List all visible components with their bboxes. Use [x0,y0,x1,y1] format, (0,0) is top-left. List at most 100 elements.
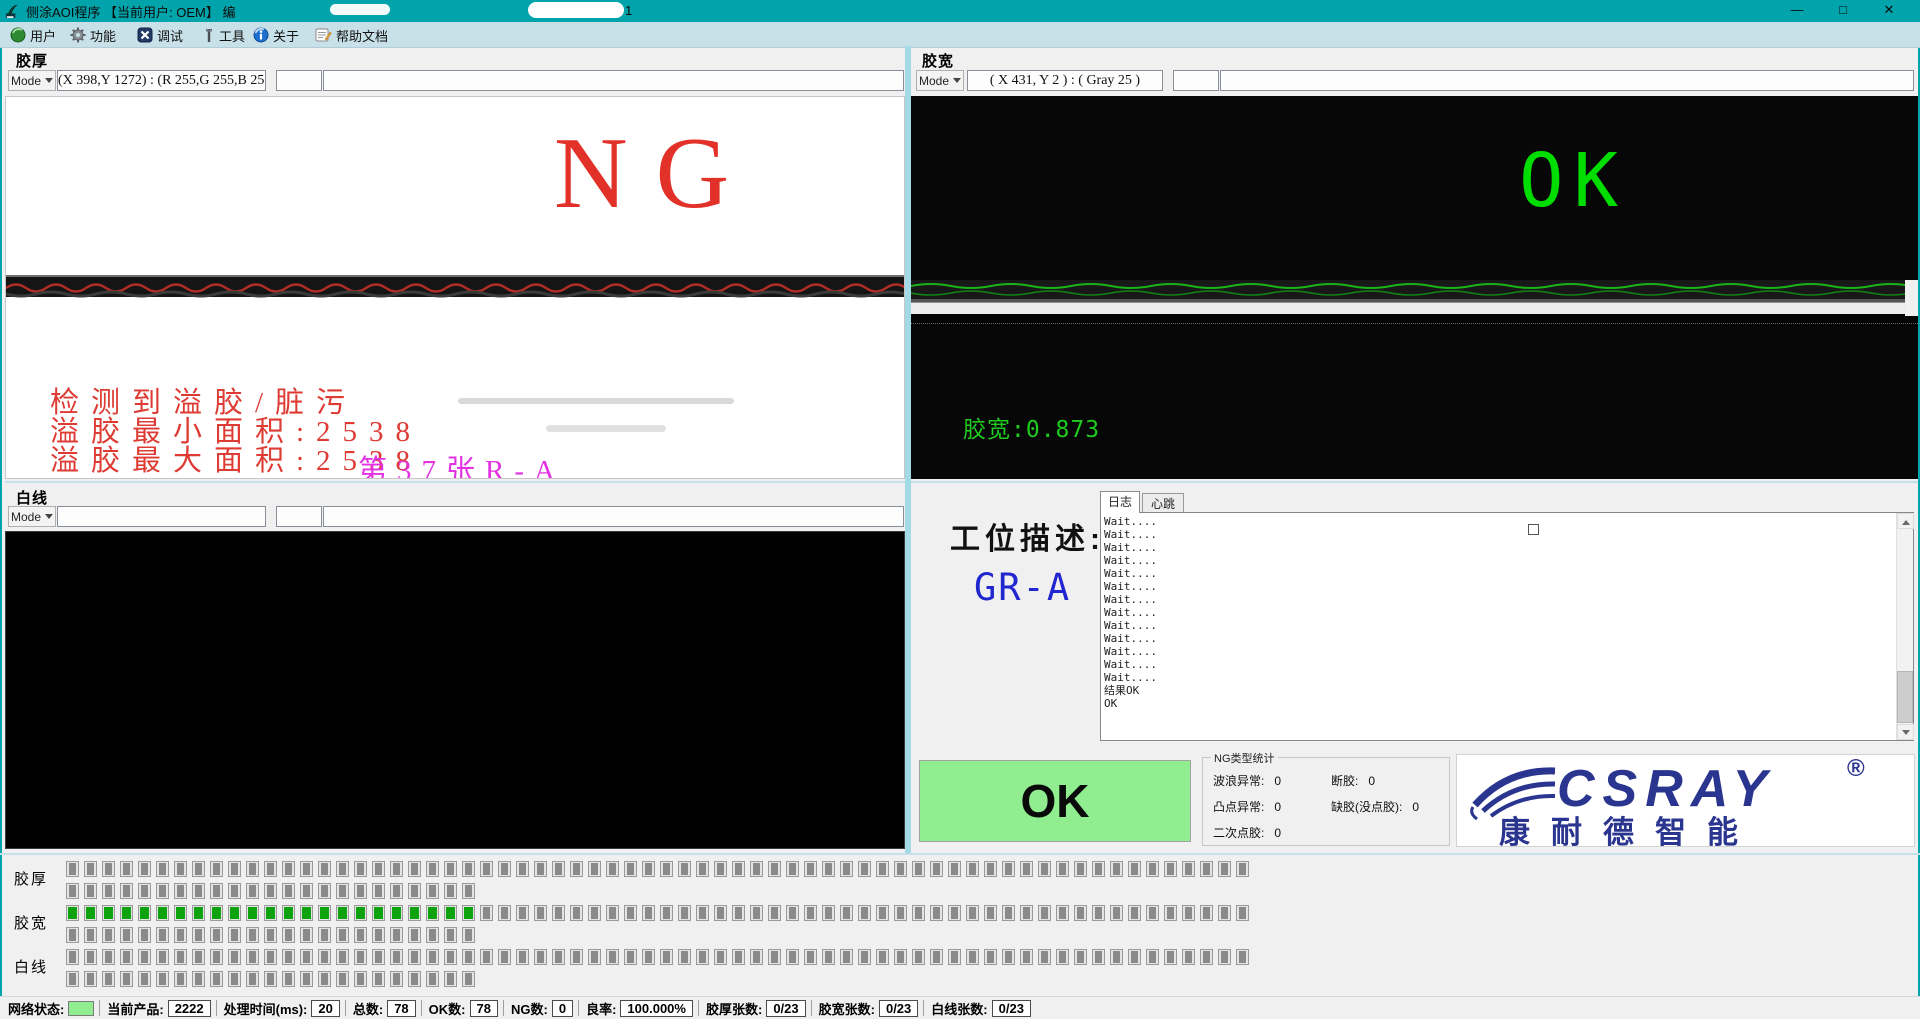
log-line: Wait.... [1104,528,1893,541]
grid-cell [66,861,79,877]
log-list[interactable]: Wait....Wait....Wait....Wait....Wait....… [1104,515,1893,738]
scroll-up-arrow-icon[interactable] [1897,513,1914,529]
grid-cell [372,861,385,877]
grid-cell [1056,861,1069,877]
close-button[interactable]: ✕ [1866,0,1912,22]
grid-cell [336,927,349,943]
menu-item-help[interactable]: 帮助文档 [315,24,388,46]
statusbar-label: 胶厚张数: [706,999,762,1018]
grid-cell [174,927,187,943]
grid-cell [1038,905,1051,921]
ng-stat-label: 凸点异常: [1213,800,1264,814]
grid-cell [444,861,457,877]
log-line: Wait.... [1104,567,1893,580]
tab-log[interactable]: 日志 [1100,491,1140,513]
tab-heartbeat[interactable]: 心跳 [1142,493,1184,513]
network-status-indicator [68,1001,94,1016]
glue-width-image[interactable]: OK 胶宽:0.873 [911,96,1918,479]
log-line: Wait.... [1104,606,1893,619]
grid-cell [912,861,925,877]
grid-group-glue-width: 胶宽 [0,905,1920,949]
statusbar-value: 78 [470,1000,498,1017]
statusbar-label: 当前产品: [107,999,163,1018]
log-scrollbar[interactable] [1896,513,1913,740]
white-line-image[interactable] [5,531,905,849]
grid-cell [750,905,763,921]
minimize-button[interactable]: — [1774,0,1820,22]
statusbar-separator [698,1000,699,1016]
roi-field-long[interactable] [323,506,904,527]
log-line: Wait.... [1104,541,1893,554]
grid-cell [156,905,169,921]
grid-cell [138,861,151,877]
scrollbar-thumb[interactable] [1897,671,1913,723]
menu-item-about[interactable]: 关于 [253,24,299,46]
grid-cell [966,949,979,965]
menu-item-tools[interactable]: 工具 [203,24,245,46]
menu-item-user[interactable]: 用户 [10,24,56,46]
grid-cell [1020,949,1033,965]
roi-field-small[interactable] [276,506,322,527]
pixel-info-field[interactable] [57,506,266,527]
image-smudge [458,398,734,404]
grid-cell [300,905,313,921]
grid-cell [318,949,331,965]
grid-cell [768,905,781,921]
grid-cell [390,861,403,877]
log-checkbox[interactable] [1528,524,1539,535]
menu-item-debug[interactable]: 调试 [137,24,183,46]
statusbar-separator [923,1000,924,1016]
grid-cell [1164,949,1177,965]
pixel-info-field[interactable]: ( X 431, Y 2 ) : ( Gray 25 ) [967,70,1163,91]
grid-cell [462,971,475,987]
grid-cell [300,949,313,965]
grid-cell [498,949,511,965]
grid-cell [498,861,511,877]
grid-cell [156,883,169,899]
ng-stat-label: 波浪异常: [1213,774,1264,788]
scroll-down-arrow-icon[interactable] [1897,724,1914,740]
grid-cell [912,949,925,965]
menu-item-function[interactable]: 功能 [70,24,116,46]
grid-cell [462,883,475,899]
grid-cell [156,861,169,877]
mode-dropdown[interactable]: Mode [916,70,964,91]
statusbar-value: 20 [311,1000,339,1017]
grid-cell [426,949,439,965]
grid-cell [282,905,295,921]
roi-field-small[interactable] [276,70,322,91]
grid-cell [228,883,241,899]
log-line: Wait.... [1104,515,1893,528]
titlebar[interactable]: 侧涂AOI程序 【当前用户: OEM】 编 1 — □ ✕ [0,0,1920,22]
grid-cell [552,861,565,877]
grid-cell [1056,905,1069,921]
grid-group-glue-thickness: 胶厚 [0,861,1920,905]
registered-trademark-icon: ® [1847,755,1865,783]
grid-cell [768,861,781,877]
grid-cell [822,949,835,965]
panel-title-glue-width: 胶宽 [922,50,954,71]
roi-field-small[interactable] [1173,70,1219,91]
mode-dropdown[interactable]: Mode [8,70,56,91]
grid-cell [174,949,187,965]
ng-stat-value: 0 [1368,774,1375,788]
grid-cell [894,905,907,921]
glue-thickness-image[interactable]: NG 检测到溢胶/脏污 溢胶最小面积:2538 溢胶最大面积:2538 第37张… [5,96,905,479]
pixel-info-field[interactable]: (X 398,Y 1272) : (R 255,G 255,B 255) [57,70,266,91]
grid-cell [354,971,367,987]
roi-field-long[interactable] [1220,70,1914,91]
mode-dropdown[interactable]: Mode [8,506,56,527]
maximize-button[interactable]: □ [1820,0,1866,22]
grid-cell [984,949,997,965]
grid-cell [228,971,241,987]
grid-cell [192,949,205,965]
glue-band-black [911,314,1918,324]
grid-cell [318,927,331,943]
grid-cell [876,949,889,965]
statusbar-separator [216,1000,217,1016]
statusbar-separator [811,1000,812,1016]
grid-cell [606,949,619,965]
statusbar-label: OK数: [429,999,466,1018]
roi-field-long[interactable] [323,70,904,91]
grid-cell [372,883,385,899]
